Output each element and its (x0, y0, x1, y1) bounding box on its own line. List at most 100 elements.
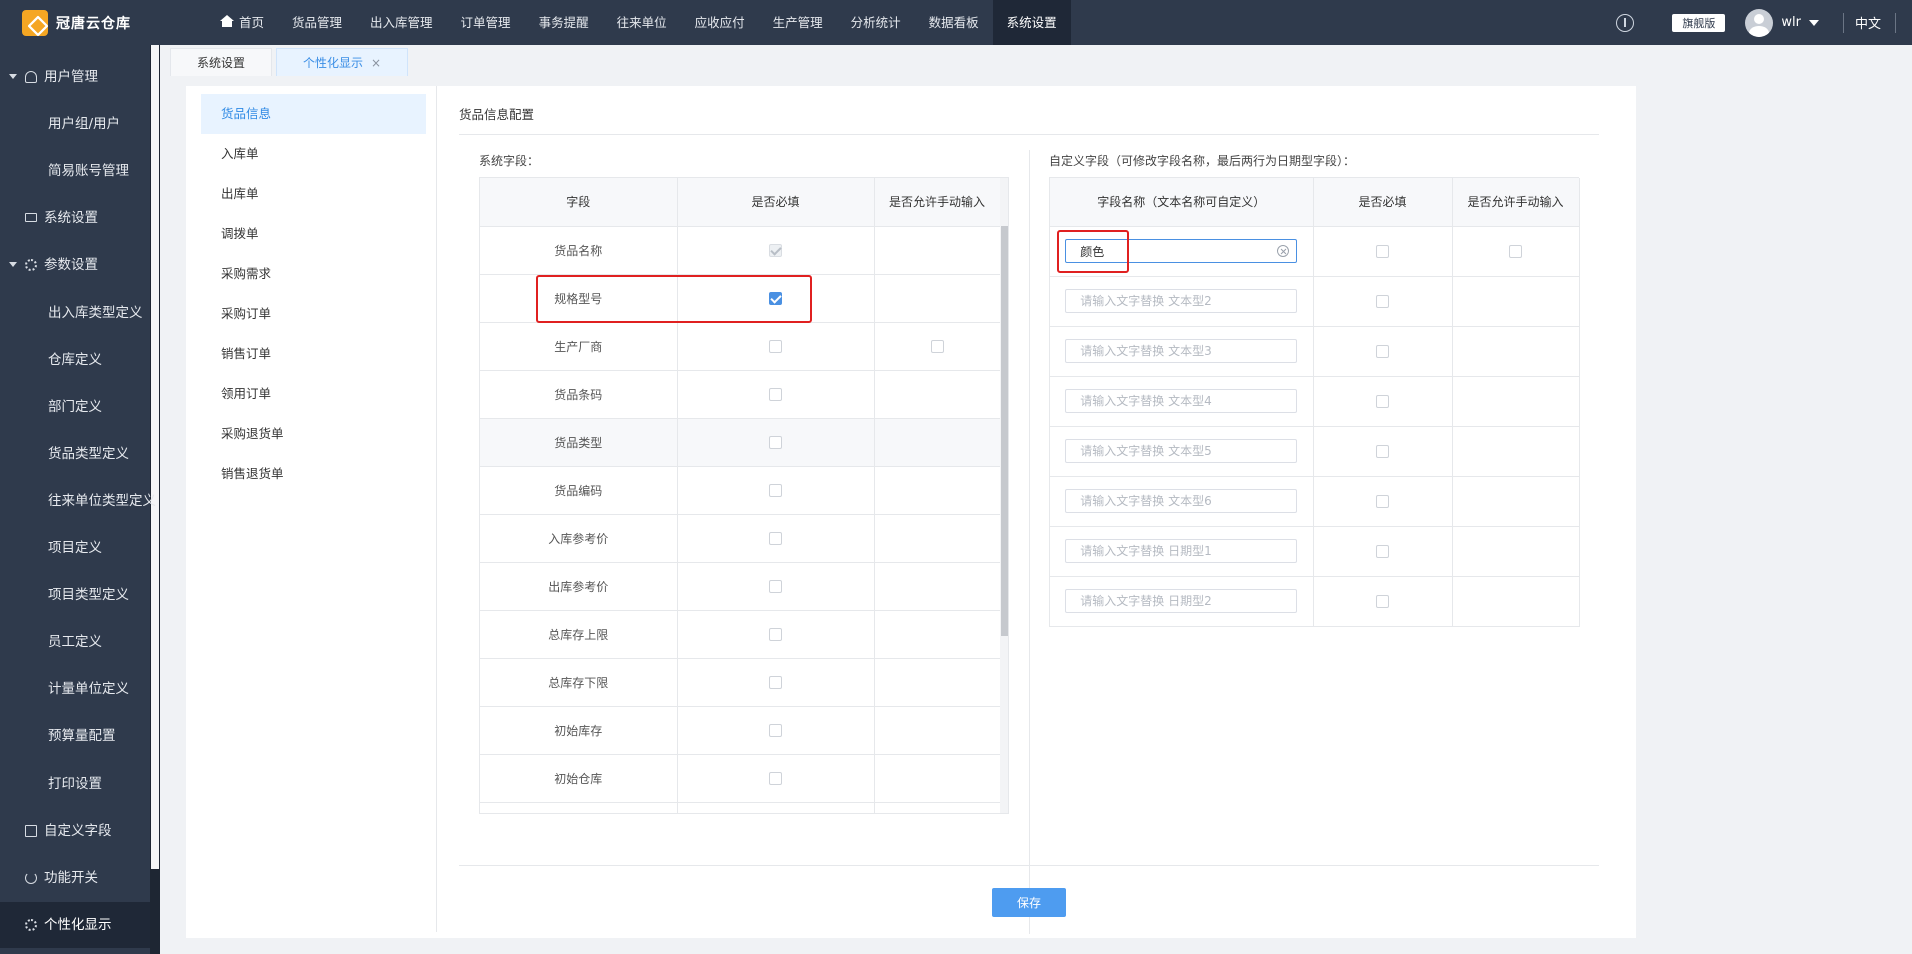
checkbox[interactable] (769, 532, 782, 545)
table-scrollbar[interactable] (1000, 178, 1008, 813)
sidebar-item[interactable]: 用户管理 (0, 54, 150, 100)
table-scrollbar-thumb[interactable] (1001, 226, 1008, 636)
clear-icon[interactable] (1276, 244, 1289, 257)
sidebar-scrollbar-thumb[interactable] (151, 45, 159, 869)
sidebar-item[interactable]: 系统设置 (0, 195, 150, 241)
checkbox[interactable] (769, 772, 782, 785)
submenu-item[interactable]: 采购需求 (201, 254, 426, 294)
checkbox[interactable] (769, 580, 782, 593)
nav-item[interactable]: 出入库管理 (356, 0, 447, 45)
checkbox[interactable] (1376, 595, 1389, 608)
submenu-item[interactable]: 货品信息 (201, 94, 426, 134)
checkbox[interactable] (1376, 345, 1389, 358)
sidebar-item[interactable]: 个性化显示 (0, 901, 150, 948)
checkbox[interactable] (1376, 295, 1389, 308)
tab[interactable]: 系统设置 (170, 48, 273, 76)
user-name[interactable]: wlr (1781, 15, 1801, 30)
sidebar-item[interactable]: 项目定义 (0, 525, 150, 571)
nav-item[interactable]: 货品管理 (278, 0, 356, 45)
top-right-area: 旗舰版 wlr 中文 (1616, 0, 1912, 45)
annotation-highlight-box (1057, 230, 1129, 273)
sidebar-item[interactable]: 打印设置 (0, 761, 150, 807)
close-icon[interactable]: × (371, 56, 381, 70)
sidebar-item[interactable]: 往来单位类型定义 (0, 478, 156, 524)
sidebar-item[interactable]: 系统数据 (0, 949, 150, 954)
save-button[interactable]: 保存 (992, 888, 1066, 917)
checkbox[interactable] (1376, 395, 1389, 408)
nav-item[interactable]: 生产管理 (759, 0, 837, 45)
submenu-item[interactable]: 入库单 (201, 134, 426, 174)
nav-item[interactable]: 应收应付 (681, 0, 759, 45)
sidebar-item[interactable]: 用户组/用户 (0, 101, 150, 147)
sidebar-item[interactable]: 部门定义 (0, 384, 150, 430)
sidebar-item-label: 员工定义 (48, 634, 102, 651)
checkbox[interactable] (769, 340, 782, 353)
nav-item[interactable]: 事务提醒 (525, 0, 603, 45)
sidebar-item[interactable]: 参数设置 (0, 242, 150, 288)
tab[interactable]: 个性化显示 × (276, 48, 409, 76)
custom-field-input[interactable] (1065, 589, 1298, 613)
nav-item[interactable]: 系统设置 (992, 0, 1071, 45)
nav-item[interactable]: 往来单位 (603, 0, 681, 45)
custom-field-input[interactable] (1065, 439, 1298, 463)
checkbox[interactable] (1376, 545, 1389, 558)
checkbox[interactable] (930, 340, 944, 353)
field-name-cell: 出库参考价 (480, 562, 678, 611)
checkbox[interactable] (769, 676, 782, 689)
app-logo[interactable]: 冠唐云仓库 (22, 10, 131, 36)
required-cell (677, 370, 875, 419)
nav-item[interactable]: 订单管理 (447, 0, 525, 45)
caret-down-icon (9, 262, 17, 268)
checkbox[interactable] (769, 388, 782, 401)
nav-item[interactable]: 分析统计 (837, 0, 915, 45)
sidebar-item[interactable]: 自定义字段 (0, 808, 150, 854)
sidebar-item[interactable]: 员工定义 (0, 619, 150, 665)
language-switch[interactable]: 中文 (1855, 13, 1881, 32)
submenu-item[interactable]: 采购订单 (201, 294, 426, 334)
manual-input-cell (874, 706, 1001, 755)
avatar[interactable] (1745, 8, 1774, 37)
manual-input-cell (874, 610, 1001, 659)
custom-field-input[interactable] (1065, 339, 1298, 363)
sidebar-item[interactable]: 出入库类型定义 (0, 290, 150, 336)
submenu-item[interactable]: 领用订单 (201, 374, 426, 414)
custom-field-input[interactable] (1065, 489, 1298, 513)
checkbox[interactable] (769, 724, 782, 737)
section-title: 货品信息配置 (459, 107, 535, 122)
checkbox[interactable] (1376, 495, 1389, 508)
sidebar-item[interactable]: 货品类型定义 (0, 431, 150, 477)
required-cell (677, 562, 875, 611)
required-cell (1313, 376, 1453, 427)
custom-field-name-cell (1050, 426, 1314, 477)
sidebar-item[interactable]: 简易账号管理 (0, 148, 150, 194)
checkbox[interactable] (769, 436, 782, 449)
tab-bar: 系统设置 个性化显示 × (170, 48, 412, 76)
submenu-item[interactable]: 销售订单 (201, 334, 426, 374)
sidebar-item-label: 个性化显示 (44, 916, 112, 933)
sidebar-item[interactable]: 预算量配置 (0, 713, 150, 759)
chevron-down-icon[interactable] (1808, 19, 1819, 26)
checkbox[interactable] (769, 628, 782, 641)
submenu-item[interactable]: 采购退货单 (201, 414, 426, 454)
nav-item[interactable]: 数据看板 (915, 0, 993, 45)
help-icon[interactable] (1616, 13, 1635, 32)
submenu-item[interactable]: 销售退货单 (201, 454, 426, 494)
manual-input-cell (874, 466, 1001, 515)
submenu-item[interactable]: 调拨单 (201, 214, 426, 254)
custom-field-input[interactable] (1065, 289, 1298, 313)
submenu-item[interactable]: 出库单 (201, 174, 426, 214)
gear-icon (25, 918, 37, 931)
sidebar-item[interactable]: 计量单位定义 (0, 666, 150, 712)
custom-field-input[interactable] (1065, 539, 1298, 563)
manual-input-cell (1452, 376, 1580, 427)
required-cell (677, 706, 875, 755)
sidebar-item[interactable]: 项目类型定义 (0, 572, 150, 618)
custom-field-input[interactable] (1065, 389, 1298, 413)
nav-item[interactable]: 首页 (206, 0, 278, 45)
checkbox[interactable] (1376, 445, 1389, 458)
checkbox[interactable] (1509, 245, 1522, 258)
checkbox[interactable] (1376, 245, 1389, 258)
sidebar-item[interactable]: 仓库定义 (0, 337, 150, 383)
sidebar-item[interactable]: 功能开关 (0, 855, 150, 901)
checkbox[interactable] (769, 484, 782, 497)
